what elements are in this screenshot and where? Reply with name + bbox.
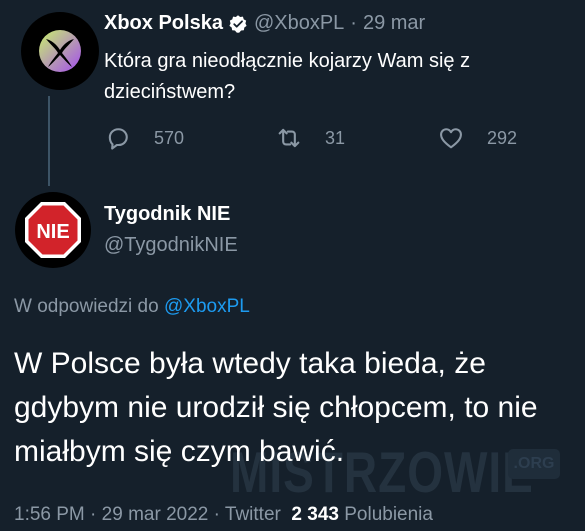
stop-sign-icon: NIE: [25, 202, 81, 258]
retweet-count: 31: [325, 127, 346, 148]
meta-separator: ·: [213, 504, 220, 525]
tweet-full-date[interactable]: 29 mar 2022: [102, 504, 209, 525]
reply-author-name[interactable]: Tygodnik NIE: [104, 203, 230, 226]
retweet-button[interactable]: 31: [275, 124, 345, 152]
tweet-time[interactable]: 1:56 PM: [14, 504, 85, 525]
like-count: 292: [487, 127, 518, 148]
reply-to-link[interactable]: @XboxPL: [164, 296, 250, 317]
reply-count: 570: [154, 127, 185, 148]
retweet-icon: [278, 128, 300, 148]
xbox-avatar[interactable]: [21, 12, 99, 90]
like-button[interactable]: 292: [437, 124, 517, 152]
heart-icon: [440, 128, 462, 149]
reply-text: W Polsce była wtedy taka bieda, że gdyby…: [14, 347, 538, 468]
author-name[interactable]: Xbox Polska: [104, 12, 223, 35]
likes-total[interactable]: 2 343: [291, 504, 339, 525]
header-separator: ·: [350, 12, 357, 34]
thread-line: [48, 96, 50, 186]
reply-to-prefix: W odpowiedzi do: [14, 296, 159, 317]
tweet-header: Xbox Polska @XboxPL · 29 mar: [104, 12, 425, 35]
reply-icon: [108, 128, 128, 150]
original-tweet[interactable]: Xbox Polska @XboxPL · 29 mar Która gra n…: [0, 0, 585, 190]
tweet-source: Twitter: [224, 504, 281, 525]
xbox-logo-icon: [39, 30, 81, 72]
tweet-text: Która gra nieodłącznie kojarzy Wam się z…: [104, 50, 471, 103]
tweet-meta: 1:56 PM · 29 mar 2022 · Twitter 2 343 Po…: [14, 504, 433, 526]
likes-label[interactable]: Polubienia: [344, 504, 433, 525]
avatar-logo-text: NIE: [36, 221, 69, 243]
tweet-date[interactable]: 29 mar: [363, 12, 425, 35]
reply-context: W odpowiedzi do @XboxPL: [14, 296, 250, 318]
tygodnik-avatar[interactable]: NIE: [15, 192, 91, 268]
author-handle[interactable]: @XboxPL: [254, 12, 344, 35]
verified-badge-icon: [229, 14, 247, 33]
reply-author-handle[interactable]: @TygodnikNIE: [104, 234, 238, 257]
reply-button[interactable]: 570: [104, 124, 184, 152]
tweet-actions: 570 31 292: [104, 124, 534, 158]
meta-separator: ·: [90, 504, 97, 525]
